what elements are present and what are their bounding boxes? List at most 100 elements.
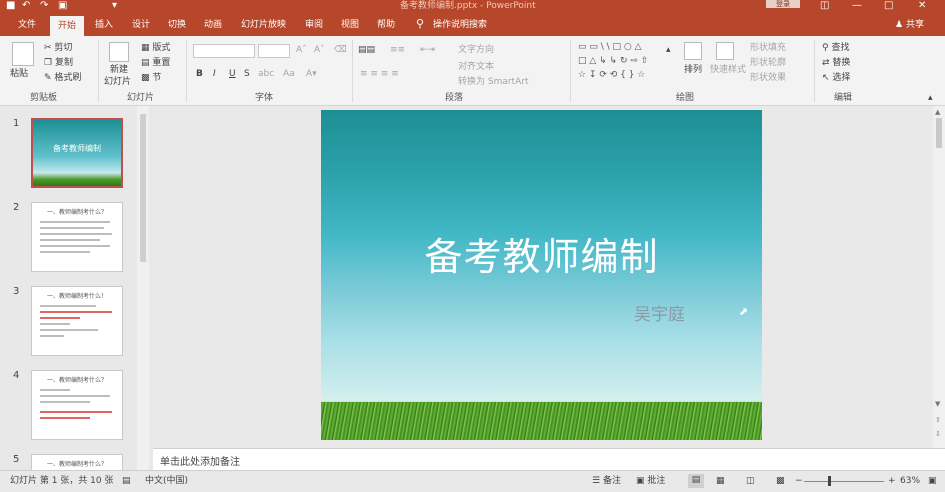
shapes-gallery-row3[interactable]: ☆ ↧ ⟳ ⟲ { } ☆ (578, 70, 645, 80)
scroll-up-icon[interactable]: ▲ (935, 108, 940, 116)
normal-view-icon[interactable]: ▤ (688, 474, 704, 488)
paste-icon[interactable] (12, 42, 34, 66)
reset-button[interactable]: ▤ 重置 (141, 57, 170, 69)
new-slide-label-1[interactable]: 新建 (110, 64, 128, 76)
bullets-icon[interactable]: ▤▤ (358, 44, 375, 56)
slides-group-label: 幻灯片 (127, 93, 155, 103)
select-button[interactable]: ↖ 选择 (822, 72, 850, 84)
quick-styles-button[interactable]: 快速样式 (710, 64, 746, 76)
grow-font-icon[interactable]: Aˆ (296, 44, 307, 56)
font-name-combo[interactable] (193, 44, 255, 58)
font-color-icon[interactable]: A▾ (306, 68, 317, 80)
zoom-out-button[interactable]: − (795, 475, 803, 487)
thumbnail-scrollbar[interactable] (137, 106, 149, 470)
gallery-scroll-icon[interactable]: ▴ (666, 44, 671, 56)
language-indicator[interactable]: 中文(中国) (145, 475, 188, 487)
minimize-icon[interactable]: — (852, 0, 862, 12)
presenter-icon[interactable]: ▣ (58, 0, 67, 12)
section-button[interactable]: ▩ 节 (141, 72, 161, 84)
format-painter-button[interactable]: ✎ 格式刷 (44, 72, 81, 84)
tab-design[interactable]: 设计 (132, 18, 150, 32)
notes-pane[interactable]: 单击此处添加备注 (153, 448, 945, 470)
tab-animations[interactable]: 动画 (204, 18, 222, 32)
prev-slide-icon[interactable]: ⇧ (935, 416, 941, 424)
align-text-button[interactable]: 对齐文本 (458, 61, 494, 73)
share-button[interactable]: ♟ 共享 (895, 18, 924, 32)
notes-toggle-button[interactable]: ☰ 备注 (592, 475, 621, 487)
slideshow-icon[interactable]: ▩ (776, 475, 785, 487)
cut-button[interactable]: ✂ 剪切 (44, 42, 72, 54)
login-button[interactable]: 登录 (766, 0, 800, 8)
slide-subtitle[interactable]: 吴宇庭 (634, 300, 685, 325)
shapes-gallery[interactable]: ▭ ▭ \ \ □ ○ △ (578, 42, 642, 52)
quick-styles-icon[interactable] (716, 42, 734, 60)
tab-help[interactable]: 帮助 (377, 18, 395, 32)
tell-me-search[interactable]: 操作说明搜索 (433, 18, 487, 32)
new-slide-icon[interactable] (109, 42, 129, 62)
scroll-down-icon[interactable]: ▼ (935, 400, 940, 408)
italic-button[interactable]: I (213, 68, 216, 80)
shape-effects-button[interactable]: 形状效果 (750, 72, 786, 84)
tab-insert[interactable]: 插入 (95, 18, 113, 32)
replace-button[interactable]: ⇄ 替换 (822, 57, 850, 69)
next-slide-icon[interactable]: ⇩ (935, 430, 941, 438)
zoom-slider-handle[interactable] (828, 476, 831, 486)
convert-smartart-button[interactable]: 转换为 SmartArt (458, 76, 528, 88)
new-slide-label-2[interactable]: 幻灯片 (104, 76, 131, 88)
font-size-combo[interactable] (258, 44, 290, 58)
redo-icon[interactable]: ↷ (40, 0, 48, 12)
spellcheck-icon[interactable]: ▤ (122, 475, 131, 487)
tab-file[interactable]: 文件 (18, 18, 36, 32)
slide-thumbnail-3[interactable]: 一、教师编制考什么！ (31, 286, 123, 356)
zoom-in-button[interactable]: + (888, 475, 896, 487)
arrange-icon[interactable] (684, 42, 702, 60)
strikethrough-button[interactable]: S (244, 68, 250, 80)
shapes-gallery-row2[interactable]: □ △ ↳ ↳ ↻ ⇨ ⇧ (578, 56, 648, 66)
slide-scrollbar[interactable]: ▲ ▼ ⇧ ⇩ (933, 106, 945, 448)
underline-button[interactable]: U (229, 68, 236, 80)
tab-home[interactable]: 开始 (50, 16, 85, 36)
notes-placeholder[interactable]: 单击此处添加备注 (160, 453, 240, 468)
clear-format-icon[interactable]: ⌫ (334, 44, 347, 56)
paste-button[interactable]: 粘贴 (10, 68, 28, 80)
find-button[interactable]: ⚲ 查找 (822, 42, 849, 54)
customize-icon[interactable]: ▾ (112, 0, 117, 12)
arrange-button[interactable]: 排列 (684, 64, 702, 76)
slide-thumbnail-1[interactable]: 备考教师编制 (31, 118, 123, 188)
numbering-icon[interactable]: ≡≡ (390, 44, 405, 56)
indent-icon[interactable]: ⇤⇥ (420, 44, 435, 56)
copy-button[interactable]: ❐ 复制 (44, 57, 73, 69)
close-icon[interactable]: ✕ (918, 0, 926, 12)
shrink-font-icon[interactable]: Aˇ (314, 44, 325, 56)
change-case-button[interactable]: Aa (283, 68, 295, 80)
maximize-icon[interactable]: □ (884, 0, 893, 12)
collapse-ribbon-icon[interactable]: ▴ (928, 92, 933, 104)
slide-sorter-icon[interactable]: ▦ (716, 475, 725, 487)
shape-outline-button[interactable]: 形状轮廓 (750, 57, 786, 69)
text-direction-button[interactable]: 文字方向 (458, 44, 494, 56)
scrollbar-thumb[interactable] (140, 114, 146, 262)
reading-view-icon[interactable]: ◫ (746, 475, 755, 487)
char-spacing-button[interactable]: abc (258, 68, 274, 80)
scrollbar-thumb[interactable] (936, 118, 942, 148)
shape-fill-button[interactable]: 形状填充 (750, 42, 786, 54)
undo-icon[interactable]: ↶ (22, 0, 30, 12)
comments-button[interactable]: ▣ 批注 (636, 475, 665, 487)
slide-title[interactable]: 备考教师编制 (321, 226, 762, 281)
zoom-level[interactable]: 63% (900, 475, 920, 487)
slide-thumbnail-4[interactable]: 一、教师编制考什么？ (31, 370, 123, 440)
zoom-slider[interactable] (804, 481, 884, 482)
layout-button[interactable]: ▦ 版式 (141, 42, 170, 54)
ribbon-display-icon[interactable]: ◫ (820, 0, 829, 12)
slide-canvas[interactable]: 备考教师编制 吴宇庭 (321, 110, 762, 440)
tab-view[interactable]: 视图 (341, 18, 359, 32)
bold-button[interactable]: B (196, 68, 203, 80)
tab-review[interactable]: 审阅 (305, 18, 323, 32)
slide-thumbnail-5[interactable]: 一、教师编制考什么？ (31, 454, 123, 470)
align-icons[interactable]: ≡ ≡ ≡ ≡ (360, 68, 399, 80)
slide-thumbnail-2[interactable]: 一、教师编制考什么？ (31, 202, 123, 272)
save-icon[interactable]: ■ (6, 0, 15, 12)
tab-transitions[interactable]: 切换 (168, 18, 186, 32)
tab-slideshow[interactable]: 幻灯片放映 (241, 18, 286, 32)
fit-slide-icon[interactable]: ▣ (928, 475, 937, 487)
